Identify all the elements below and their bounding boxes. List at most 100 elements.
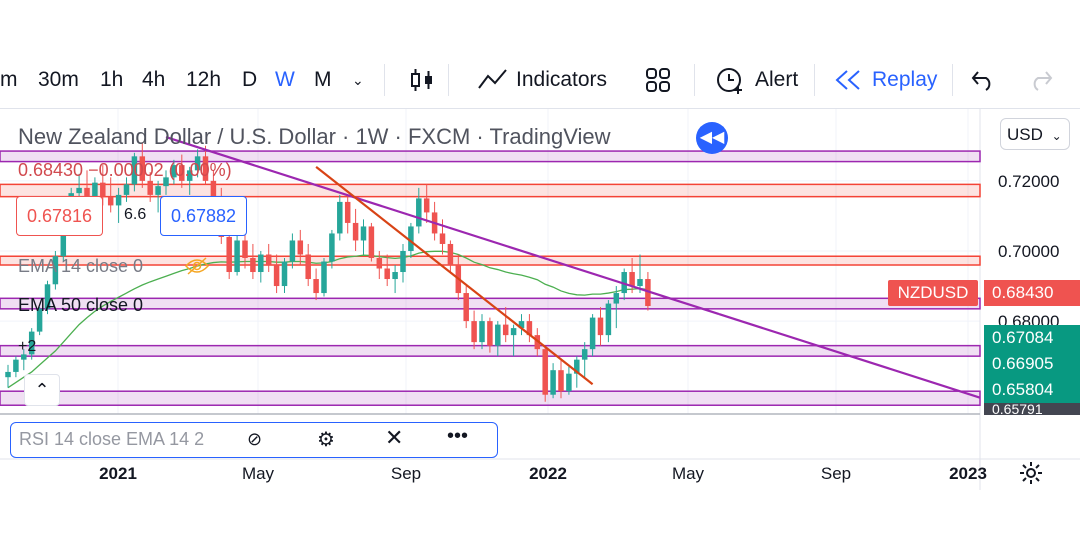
chart-toolbar: m 30m 1h 4h 12h D W M ⌄ Indicators Alert… <box>0 52 1080 109</box>
candle-body <box>463 293 469 322</box>
candle-body <box>147 180 153 195</box>
candle-body <box>123 184 130 195</box>
candle-body <box>416 198 422 227</box>
currency-value: USD <box>1007 125 1043 144</box>
interval-m[interactable]: m <box>0 52 18 108</box>
candle-body <box>265 254 272 266</box>
interval-12h[interactable]: 12h <box>186 52 221 108</box>
candle-body <box>550 370 556 395</box>
candle-body <box>297 240 304 255</box>
replay-button[interactable]: Replay <box>872 52 937 108</box>
candle-body <box>487 321 493 346</box>
candle-body <box>5 371 11 378</box>
last-price-change: 0.68430 −0.00002 (0.00%) <box>18 160 232 180</box>
indicators-button[interactable]: Indicators <box>516 52 607 108</box>
zones <box>0 150 981 406</box>
candle-body <box>629 272 635 287</box>
divider <box>384 64 385 96</box>
sell-price-button[interactable]: 0.67816 <box>16 196 104 236</box>
time-tick-label: Sep <box>391 464 421 483</box>
candle-body <box>115 194 122 206</box>
support-resistance-zone <box>0 390 981 406</box>
rsi-legend[interactable]: RSI 14 close EMA 14 2 ⊘ ⚙ ✕ ••• <box>10 422 498 458</box>
candle-body <box>250 257 256 273</box>
candle-body <box>289 240 296 262</box>
candle-body <box>400 250 406 273</box>
candle-body <box>439 233 446 244</box>
redo-icon[interactable] <box>1028 68 1054 92</box>
price-label-green: 0.66905 <box>984 351 1080 377</box>
last-price-label: 0.68430 <box>984 280 1080 306</box>
candles-icon[interactable] <box>408 66 436 94</box>
settings-gear-icon[interactable] <box>1018 460 1044 486</box>
candle-body <box>447 243 454 266</box>
support-resistance-zone <box>0 255 981 266</box>
undo-icon[interactable] <box>970 68 996 92</box>
interval-w[interactable]: W <box>275 52 295 108</box>
candle-body <box>384 268 390 280</box>
price-label-green: 0.65804 <box>984 377 1080 403</box>
candle-body <box>337 201 343 234</box>
candle-body <box>321 261 327 294</box>
symbol-badge: NZDUSD <box>888 280 978 306</box>
candle-body <box>305 254 311 280</box>
indicators-icon[interactable] <box>476 66 510 94</box>
candle-body <box>76 187 82 194</box>
replay-toggle-icon[interactable]: ◀◀ <box>696 122 728 154</box>
replay-icon[interactable] <box>834 68 862 92</box>
support-resistance-zone <box>0 183 981 198</box>
interval-1h[interactable]: 1h <box>100 52 123 108</box>
candle-body <box>589 317 596 350</box>
time-tick-label: May <box>242 464 275 483</box>
price-tick-label: 0.72000 <box>998 172 1059 191</box>
candle-body <box>510 328 517 336</box>
candle-body <box>597 317 604 336</box>
candle-body <box>329 233 335 262</box>
price-label-dark: 0.65791 <box>984 403 1080 415</box>
candle-body <box>360 226 367 241</box>
close-icon[interactable]: ✕ <box>385 425 403 451</box>
time-tick-label: 2021 <box>99 464 137 483</box>
time-tick-label: Sep <box>821 464 851 483</box>
candle-body <box>566 373 572 392</box>
candle-body <box>495 324 501 346</box>
time-tick-label: 2022 <box>529 464 567 483</box>
interval-d[interactable]: D <box>242 52 257 108</box>
layout-grid-icon[interactable] <box>644 66 672 94</box>
chevron-down-icon[interactable]: ⌄ <box>352 52 364 108</box>
candle-body <box>352 222 359 241</box>
candle-body <box>242 240 248 258</box>
time-tick-label: 2023 <box>949 464 987 483</box>
bars-marker: +2 <box>18 338 37 355</box>
divider <box>814 64 815 96</box>
interval-30m[interactable]: 30m <box>38 52 79 108</box>
candle-body <box>368 226 375 258</box>
alert-clock-icon[interactable] <box>714 64 746 96</box>
price-label-green: 0.67084 <box>984 325 1080 351</box>
candle-body <box>558 370 564 392</box>
candle-body <box>281 261 288 287</box>
buy-price-button[interactable]: 0.67882 <box>160 196 248 236</box>
candle-body <box>107 196 114 206</box>
divider <box>952 64 953 96</box>
candle-body <box>100 182 106 197</box>
collapse-legend-button[interactable]: ⌃ <box>24 374 60 406</box>
candle-body <box>376 257 383 269</box>
currency-select[interactable]: USD ⌄ <box>1000 118 1070 150</box>
divider <box>448 64 449 96</box>
alert-button[interactable]: Alert <box>755 52 798 108</box>
price-axis[interactable]: 0.720000.700000.68000 <box>998 172 1059 331</box>
eye-off-icon[interactable]: ⊘ <box>247 429 262 450</box>
time-tick-label: May <box>672 464 705 483</box>
interval-m-month[interactable]: M <box>314 52 332 108</box>
time-axis[interactable]: 2021 May Sep 2022 May Sep 2023 <box>99 464 987 483</box>
candle-body <box>613 293 620 304</box>
settings-icon[interactable]: ⚙ <box>317 427 335 452</box>
more-icon[interactable]: ••• <box>447 425 468 448</box>
eye-off-icon[interactable] <box>184 256 210 276</box>
candle-body <box>344 201 351 223</box>
interval-4h[interactable]: 4h <box>142 52 165 108</box>
ema14-label: EMA 14 close 0 <box>18 256 144 276</box>
candle-body <box>13 359 19 372</box>
trendlines <box>165 135 981 399</box>
